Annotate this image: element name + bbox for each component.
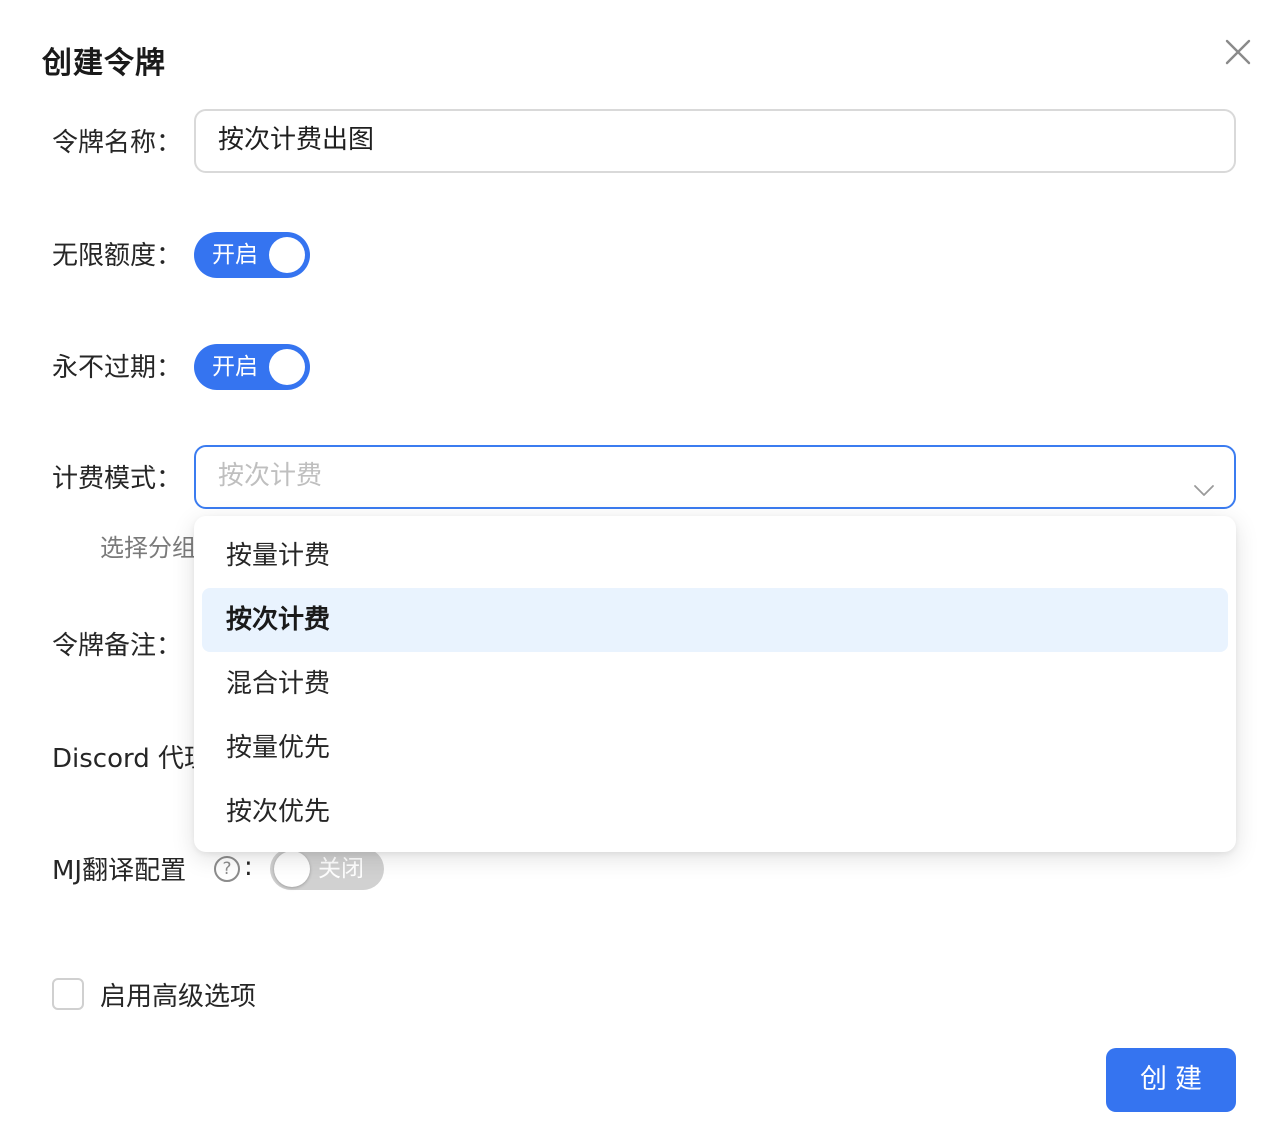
billing-hint: 选择分组 bbox=[100, 534, 196, 562]
switch-knob bbox=[269, 349, 305, 385]
token-name-input[interactable]: 按次计费出图 bbox=[194, 109, 1236, 173]
discord-proxy-label: Discord 代理 bbox=[52, 744, 210, 774]
advanced-options-label[interactable]: 启用高级选项 bbox=[100, 976, 256, 1013]
never-expire-switch[interactable]: 开启 bbox=[194, 344, 310, 390]
help-icon[interactable]: ? bbox=[214, 856, 240, 882]
billing-mode-label: 计费模式： bbox=[52, 464, 183, 494]
unlimited-quota-label: 无限额度： bbox=[52, 241, 183, 271]
switch-knob bbox=[274, 851, 310, 887]
advanced-options-checkbox[interactable] bbox=[52, 978, 84, 1010]
chevron-down-icon bbox=[1192, 465, 1216, 496]
switch-knob bbox=[269, 237, 305, 273]
mj-translate-colon: : bbox=[244, 852, 253, 882]
mj-translate-switch[interactable]: 关闭 bbox=[270, 848, 384, 890]
dropdown-option-selected[interactable]: 按次计费 bbox=[202, 588, 1228, 652]
token-name-label: 令牌名称： bbox=[52, 128, 183, 158]
switch-text: 开启 bbox=[212, 242, 258, 268]
mj-translate-label: MJ翻译配置 bbox=[52, 856, 187, 886]
dropdown-option[interactable]: 混合计费 bbox=[202, 652, 1228, 716]
close-icon[interactable] bbox=[1222, 36, 1254, 68]
billing-mode-select[interactable]: 按次计费 bbox=[194, 445, 1236, 509]
dropdown-option[interactable]: 按次优先 bbox=[202, 780, 1228, 844]
unlimited-quota-switch[interactable]: 开启 bbox=[194, 232, 310, 278]
dropdown-option[interactable]: 按量优先 bbox=[202, 716, 1228, 780]
dialog-title: 创建令牌 bbox=[42, 46, 166, 81]
create-token-dialog: 创建令牌 令牌名称： 按次计费出图 无限额度： 开启 永不过期： 开启 计费模式… bbox=[0, 0, 1286, 1146]
token-name-value: 按次计费出图 bbox=[218, 125, 375, 155]
token-remark-label: 令牌备注： bbox=[52, 631, 183, 661]
switch-text: 关闭 bbox=[318, 856, 364, 882]
create-button[interactable]: 创建 bbox=[1106, 1048, 1236, 1112]
dropdown-option[interactable]: 按量计费 bbox=[202, 524, 1228, 588]
billing-mode-dropdown: 按量计费 按次计费 混合计费 按量优先 按次优先 bbox=[194, 516, 1236, 852]
never-expire-label: 永不过期： bbox=[52, 353, 183, 383]
switch-text: 开启 bbox=[212, 354, 258, 380]
billing-mode-placeholder: 按次计费 bbox=[218, 461, 323, 491]
